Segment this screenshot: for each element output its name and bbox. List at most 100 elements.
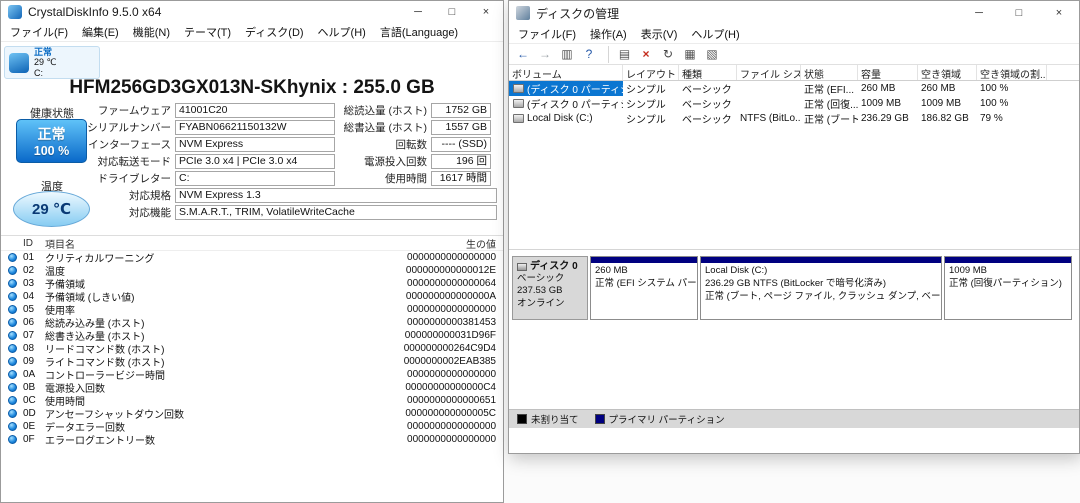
smart-attr-raw-value: 000000000264C9D4 [403, 343, 496, 354]
crystaldiskinfo-app-icon [8, 5, 22, 19]
menu-item[interactable]: ディスク(D) [238, 22, 311, 42]
console-tree-icon[interactable]: ▥ [557, 46, 577, 63]
volume-free-space: 260 MB [921, 83, 956, 94]
health-percentage: 100 % [33, 144, 70, 158]
menu-item[interactable]: 言語(Language) [373, 22, 465, 42]
smart-attr-id: 0C [23, 395, 36, 406]
disk0-info-panel[interactable]: ディスク 0 ベーシック 237.53 GB オンライン [512, 256, 588, 320]
disk-type: ベーシック [517, 273, 565, 284]
partition-strip: 260 MB 正常 (EFI システム パーティシ Local Disk (C:… [590, 256, 1072, 320]
window-controls: ─ □ × [401, 1, 503, 23]
health-status-value: 正常 [37, 126, 66, 142]
field-value-box: FYABN06621150132W [175, 120, 335, 135]
volume-free-space: 1009 MB [921, 98, 962, 109]
volume-row[interactable]: (ディスク 0 パーティシ... シンプル ベーシック 正常 (回復... 10… [509, 96, 1079, 111]
volume-type: ベーシック [682, 85, 732, 96]
back-icon[interactable]: ← [513, 46, 533, 63]
smart-attr-id: 06 [23, 317, 35, 328]
smart-row[interactable]: 0F エラーログエントリー数 0000000000000000 [1, 433, 503, 447]
smart-table-header: ID 項目名 生の値 [1, 236, 503, 251]
column-header[interactable]: ボリューム [509, 65, 623, 80]
stat-field-row: 電源投入回数 196 回 [337, 154, 491, 169]
partition-block[interactable]: 260 MB 正常 (EFI システム パーティシ [590, 256, 698, 320]
minimize-button[interactable]: ─ [401, 1, 435, 23]
volume-name-cell: Local Disk (C:) [509, 111, 623, 126]
menu-item[interactable]: 操作(A) [583, 24, 634, 44]
smart-table-body: 01 クリティカルワーニング 0000000000000000 02 温度 00… [1, 251, 503, 447]
column-header[interactable]: レイアウト [623, 65, 679, 80]
smart-attr-name: エラーログエントリー数 [45, 436, 155, 447]
volume-row[interactable]: Local Disk (C:) シンプル ベーシック NTFS (BitLo..… [509, 111, 1079, 126]
smart-header-name: 項目名 [45, 239, 75, 251]
smart-header-raw: 生の値 [466, 239, 496, 251]
tile-health-status: 正常 [34, 46, 53, 57]
menu-item[interactable]: 表示(V) [634, 24, 685, 44]
smart-attr-raw-value: 0000000000000000 [407, 369, 496, 380]
maximize-button[interactable]: □ [999, 1, 1039, 25]
disk-selector-tile[interactable]: 正常 29 ℃ C: [4, 46, 100, 79]
partition-block[interactable]: 1009 MB 正常 (回復パーティション) [944, 256, 1072, 320]
column-header[interactable]: 空き領域 [918, 65, 977, 80]
close-button[interactable]: × [469, 1, 503, 23]
column-header[interactable]: 容量 [858, 65, 918, 80]
volume-layout: シンプル [626, 115, 666, 126]
smart-attr-raw-value: 0000000000381453 [407, 317, 496, 328]
title-bar[interactable]: ディスクの管理 ─ □ × [509, 1, 1079, 25]
menu-item[interactable]: テーマ(T) [177, 22, 238, 42]
legend-label: プライマリ パーティション [608, 415, 725, 426]
menu-item[interactable]: ヘルプ(H) [311, 22, 373, 42]
smart-attr-raw-value: 0000000000000000 [407, 252, 496, 263]
partition-block[interactable]: Local Disk (C:) 236.29 GB NTFS (BitLocke… [700, 256, 942, 320]
smart-attribute-table: ID 項目名 生の値 01 クリティカルワーニング 00000000000000… [1, 235, 503, 447]
partition-body: Local Disk (C:) 236.29 GB NTFS (BitLocke… [701, 263, 941, 305]
info-field-row: ファームウェア 41001C20 [81, 103, 335, 118]
maximize-button[interactable]: □ [435, 1, 469, 23]
smart-attr-id: 0F [23, 434, 35, 445]
rescan-disks-icon[interactable]: ▦ [680, 46, 700, 63]
column-header[interactable]: ファイル システム [737, 65, 801, 80]
help-icon[interactable]: ? [579, 46, 599, 63]
volume-status: 正常 (回復... [804, 100, 858, 111]
menu-item[interactable]: ファイル(F) [3, 22, 75, 42]
status-dot-icon [8, 279, 17, 288]
field-label: 対応機能 [129, 207, 171, 219]
volume-name: (ディスク 0 パーティシ... [527, 85, 623, 96]
toolbar: ← → ▥? ▤ × ↻ ▦ ▧ [509, 44, 1079, 65]
partition-status: 正常 (回復パーティション) [949, 277, 1062, 289]
minimize-button[interactable]: ─ [959, 1, 999, 25]
disk-management-window: ディスクの管理 ─ □ × ファイル(F) 操作(A) 表示(V) ヘルプ(H) ← →… [508, 0, 1080, 454]
volume-status: 正常 (ブート... [804, 115, 858, 126]
refresh-icon[interactable]: ↻ [658, 46, 678, 63]
menu-item[interactable]: 機能(N) [126, 22, 177, 42]
health-status-box[interactable]: 正常 100 % [16, 119, 87, 163]
volume-name: Local Disk (C:) [527, 113, 593, 124]
status-dot-icon [8, 331, 17, 340]
delete-volume-icon[interactable]: × [636, 46, 656, 63]
column-header[interactable]: 空き領域の割... [977, 65, 1047, 80]
new-window-icon[interactable]: ▧ [702, 46, 722, 63]
menu-item[interactable]: ヘルプ(H) [684, 24, 746, 44]
column-header[interactable]: 種類 [679, 65, 737, 80]
title-bar[interactable]: CrystalDiskInfo 9.5.0 x64 ─ □ × [1, 1, 503, 23]
drive-info-fields: ファームウェア 41001C20 シリアルナンバー FYABN066211501… [81, 103, 335, 188]
close-button[interactable]: × [1039, 1, 1079, 25]
menu-item[interactable]: ファイル(F) [511, 24, 583, 44]
window-title: ディスクの管理 [536, 6, 620, 21]
wide-field-row: 対応規格 NVM Express 1.3 [81, 188, 497, 203]
graphical-view: ディスク 0 ベーシック 237.53 GB オンライン 260 MB 正常 (… [509, 249, 1079, 320]
volume-list: (ディスク 0 パーティシ... シンプル ベーシック 正常 (EFI... 2… [509, 81, 1079, 126]
field-label: 回転数 [395, 139, 428, 151]
info-field-row: 対応転送モード PCIe 3.0 x4 | PCIe 3.0 x4 [81, 154, 335, 169]
field-label: 対応転送モード [97, 156, 172, 168]
disk-model-title: HFM256GD3GX013N-SKhynix : 255.0 GB [69, 77, 435, 98]
properties-icon[interactable]: ▤ [608, 45, 634, 63]
forward-icon[interactable]: → [535, 46, 555, 63]
volume-row[interactable]: (ディスク 0 パーティシ... シンプル ベーシック 正常 (EFI... 2… [509, 81, 1079, 96]
smart-attr-id: 0A [23, 369, 36, 380]
column-header[interactable]: 状態 [801, 65, 858, 80]
stat-field-row: 使用時間 1617 時間 [337, 171, 491, 186]
volume-name: (ディスク 0 パーティシ... [527, 100, 623, 111]
stat-field-row: 回転数 ---- (SSD) [337, 137, 491, 152]
menu-item[interactable]: 編集(E) [75, 22, 126, 42]
field-label: ドライブレター [97, 173, 172, 185]
